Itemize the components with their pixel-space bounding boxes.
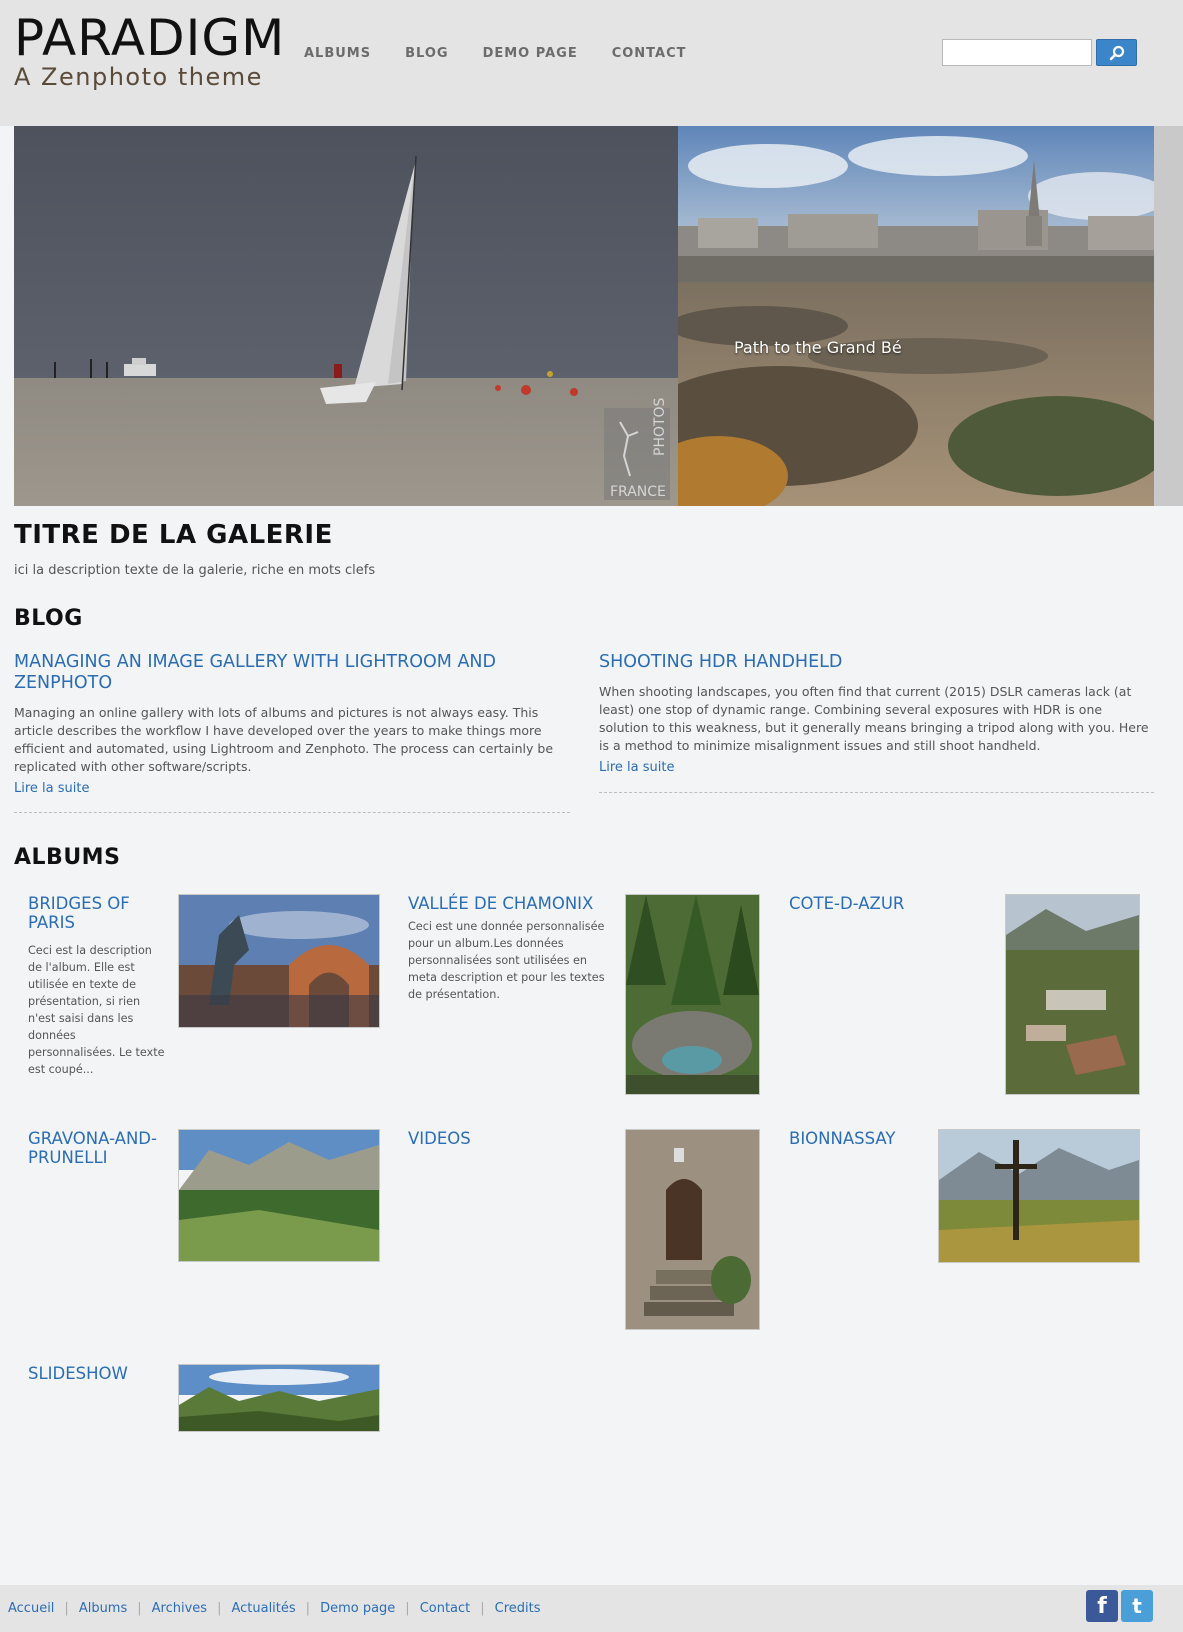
slide-sailboat-image: PHOTOS FRANCE: [14, 126, 678, 506]
main-nav: ALBUMS BLOG DEMO PAGE CONTACT: [304, 46, 721, 62]
footer-separator: |: [137, 1601, 142, 1616]
album-title-bionnassay[interactable]: BIONNASSAY: [789, 1129, 929, 1148]
album-description: Ceci est une donnée personnalisée pour u…: [408, 920, 605, 1001]
search-icon: [1109, 45, 1124, 60]
search-button[interactable]: [1096, 39, 1137, 66]
footer-link-accueil[interactable]: Accueil: [8, 1601, 54, 1616]
blog-post-title[interactable]: SHOOTING HDR HANDHELD: [599, 652, 1155, 673]
footer-link-archives[interactable]: Archives: [152, 1601, 207, 1616]
album-thumb-bridges-of-paris[interactable]: [178, 894, 380, 1028]
blog-post: MANAGING AN IMAGE GALLERY WITH LIGHTROOM…: [14, 652, 570, 796]
album-thumb-vallee-de-chamonix[interactable]: [625, 894, 760, 1095]
album-thumb-bionnassay[interactable]: [938, 1129, 1140, 1263]
album-title-videos[interactable]: VIDEOS: [408, 1129, 608, 1148]
blog-post: SHOOTING HDR HANDHELD When shooting land…: [599, 652, 1155, 775]
blog-post-title[interactable]: MANAGING AN IMAGE GALLERY WITH LIGHTROOM…: [14, 652, 570, 694]
twitter-icon[interactable]: t: [1121, 1590, 1153, 1622]
slide-caption: Path to the Grand Bé: [734, 338, 902, 357]
site-title[interactable]: PARADIGM: [14, 10, 285, 66]
album-thumb-gravona-and-prunelli[interactable]: [178, 1129, 380, 1262]
blog-post-excerpt: When shooting landscapes, you often find…: [599, 684, 1149, 753]
post-divider: [14, 812, 570, 813]
post-divider: [599, 792, 1154, 793]
svg-text:FRANCE: FRANCE: [610, 484, 666, 500]
album-thumb-videos[interactable]: [625, 1129, 760, 1330]
nav-demo-page[interactable]: DEMO PAGE: [483, 46, 578, 62]
slide-grand-be-image: [678, 126, 1154, 506]
hero-slider[interactable]: PHOTOS FRANCE: [14, 126, 1154, 506]
site-subtitle: A Zenphoto theme: [14, 63, 263, 91]
read-more-link[interactable]: Lire la suite: [599, 760, 1155, 775]
nav-albums[interactable]: ALBUMS: [304, 46, 371, 62]
blog-post-excerpt: Managing an online gallery with lots of …: [14, 705, 554, 774]
footer-separator: |: [217, 1601, 222, 1616]
album-title-vallee-de-chamonix[interactable]: VALLÉE DE CHAMONIX: [408, 894, 608, 913]
footer-separator: |: [305, 1601, 311, 1616]
read-more-link[interactable]: Lire la suite: [14, 781, 570, 796]
footer-link-actualites[interactable]: Actualités: [231, 1601, 295, 1616]
footer-separator: |: [405, 1601, 410, 1616]
footer-link-credits[interactable]: Credits: [495, 1601, 541, 1616]
nav-blog[interactable]: BLOG: [405, 46, 448, 62]
footer-link-albums[interactable]: Albums: [79, 1601, 127, 1616]
album-thumb-slideshow[interactable]: [178, 1364, 380, 1432]
blog-heading: BLOG: [14, 606, 83, 631]
footer-separator: |: [480, 1601, 485, 1616]
footer-nav: Accueil | Albums | Archives | Actualités…: [8, 1601, 541, 1616]
albums-heading: ALBUMS: [14, 845, 121, 870]
gallery-description: ici la description texte de la galerie, …: [14, 563, 376, 578]
album-title-cote-d-azur[interactable]: COTE-D-AZUR: [789, 894, 989, 913]
album-title-slideshow[interactable]: SLIDESHOW: [28, 1364, 168, 1383]
slider-edge: [1154, 126, 1183, 506]
footer-separator: |: [64, 1601, 69, 1616]
footer-link-demo-page[interactable]: Demo page: [320, 1601, 395, 1616]
album-title-gravona-and-prunelli[interactable]: GRAVONA-AND-PRUNELLI: [28, 1129, 168, 1167]
gallery-title: TITRE DE LA GALERIE: [14, 520, 333, 550]
nav-contact[interactable]: CONTACT: [612, 46, 687, 62]
album-description: Ceci est la description de l'album. Elle…: [28, 944, 165, 1076]
facebook-icon[interactable]: f: [1086, 1590, 1118, 1622]
site-footer: Accueil | Albums | Archives | Actualités…: [0, 1585, 1183, 1632]
album-title-bridges-of-paris[interactable]: BRIDGES OF PARIS: [28, 894, 168, 932]
site-header: PARADIGM A Zenphoto theme ALBUMS BLOG DE…: [0, 0, 1183, 126]
footer-link-contact[interactable]: Contact: [420, 1601, 471, 1616]
album-thumb-cote-d-azur[interactable]: [1005, 894, 1140, 1095]
search-input[interactable]: [942, 39, 1092, 66]
svg-text:PHOTOS: PHOTOS: [652, 397, 668, 456]
